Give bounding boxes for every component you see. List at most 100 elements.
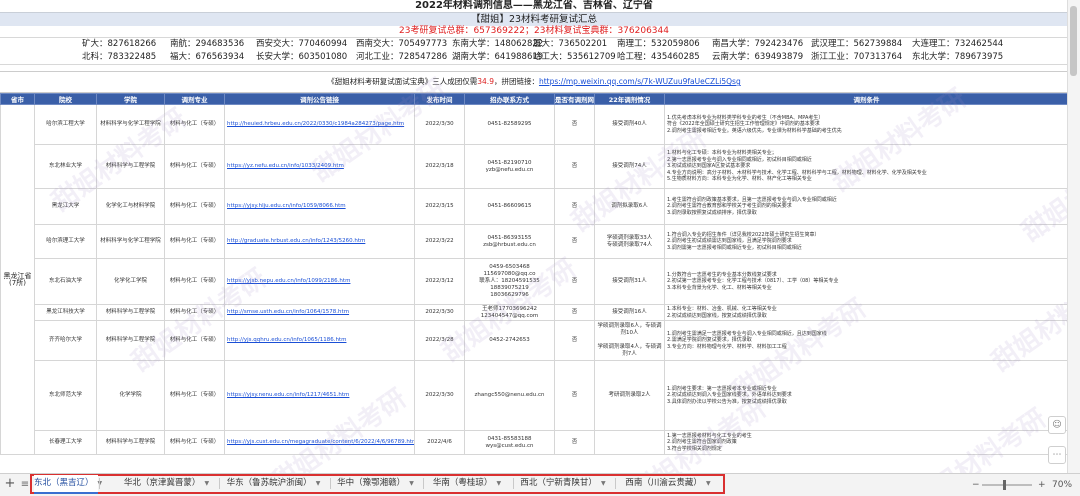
contact-cell[interactable]: 0459-6503468 115697080@qq.co 联系人：1820459…: [464, 258, 555, 305]
column-header[interactable]: 发布时间: [414, 93, 465, 105]
announcement-link[interactable]: https://yjs.cust.edu.cn/megagraduate/con…: [224, 430, 415, 455]
adjust-net-cell[interactable]: 否: [554, 104, 595, 145]
adjust-net-cell[interactable]: 否: [554, 304, 595, 321]
major-cell[interactable]: 材料与化工（专硕）: [164, 304, 225, 321]
adjust-net-cell[interactable]: 否: [554, 144, 595, 189]
adjust-net-cell[interactable]: 否: [554, 258, 595, 305]
sheet-tab[interactable]: 华南（粤桂琼） ▼: [422, 475, 512, 492]
adjust-net-cell[interactable]: 否: [554, 188, 595, 225]
scrollbar-thumb[interactable]: [1070, 6, 1077, 76]
adjust-net-cell[interactable]: 否: [554, 320, 595, 361]
school-cell[interactable]: 黑龙江科技大学: [34, 304, 97, 321]
status-cell[interactable]: 调剂拟录取6人: [594, 188, 665, 225]
column-header[interactable]: 22年调剂情况: [594, 93, 665, 105]
column-header[interactable]: 是否有调剂网: [554, 93, 595, 105]
date-cell[interactable]: 2022/3/22: [414, 224, 465, 259]
status-cell[interactable]: 考研调剂录取2人: [594, 360, 665, 431]
column-header[interactable]: 省市: [0, 93, 35, 105]
zoom-level[interactable]: 70%: [1052, 477, 1072, 493]
school-cell[interactable]: 东北石油大学: [34, 258, 97, 305]
date-cell[interactable]: 2022/3/18: [414, 144, 465, 189]
major-cell[interactable]: 材料与化工（专硕）: [164, 320, 225, 361]
date-cell[interactable]: 2022/3/28: [414, 320, 465, 361]
comment-icon[interactable]: ☺: [1048, 416, 1066, 434]
contact-cell[interactable]: 0451-82190710 yzb@nefu.edu.cn: [464, 144, 555, 189]
date-cell[interactable]: 2022/3/15: [414, 188, 465, 225]
announcement-link[interactable]: https://yjsy.hlju.edu.cn/info/1059/8066.…: [224, 188, 415, 225]
date-cell[interactable]: 2022/3/30: [414, 304, 465, 321]
status-cell[interactable]: 接受调剂74人: [594, 144, 665, 189]
major-cell[interactable]: 材料与化工（专硕）: [164, 360, 225, 431]
tab-dropdown-icon[interactable]: ▼: [496, 480, 501, 487]
contact-cell[interactable]: 0451-82589295: [464, 104, 555, 145]
conditions-cell[interactable]: 1.符合调入专业的招生条件（详见我校2022年硕士研究生招生简章） 2.调剂考生…: [664, 224, 1068, 259]
sheet-tab[interactable]: 西北（宁新青陕甘） ▼: [512, 475, 614, 492]
college-cell[interactable]: 材料科学与工程学院: [96, 304, 165, 321]
sheet-tab[interactable]: 华北（京津冀晋蒙） ▼: [115, 475, 218, 492]
status-cell[interactable]: 学硕调剂录取33人 专硕调剂录取74人: [594, 224, 665, 259]
conditions-cell[interactable]: 1.调剂考生需满足一志愿报考专业与调入专业相同或相近，且达到国家线 2.需满足学…: [664, 320, 1068, 361]
school-cell[interactable]: 长春理工大学: [34, 430, 97, 455]
announcement-link[interactable]: https://yjsb.nepu.edu.cn/info/1099/2186.…: [224, 258, 415, 305]
tab-dropdown-icon[interactable]: ▼: [316, 480, 321, 487]
college-cell[interactable]: 化学化工学院: [96, 258, 165, 305]
contact-cell[interactable]: 0451-86393155 zsb@hrbust.edu.cn: [464, 224, 555, 259]
column-header[interactable]: 调剂条件: [664, 93, 1068, 105]
sheet-tab[interactable]: 东北（黑吉辽）▼: [34, 475, 102, 494]
school-cell[interactable]: 哈尔滨理工大学: [34, 224, 97, 259]
major-cell[interactable]: 材料与化工（专硕）: [164, 430, 225, 455]
contact-cell[interactable]: zhangc550@nenu.edu.cn: [464, 360, 555, 431]
adjust-net-cell[interactable]: 否: [554, 430, 595, 455]
status-cell[interactable]: [594, 430, 665, 455]
zoom-slider-knob[interactable]: [1003, 480, 1006, 490]
contact-cell[interactable]: 0452-2742653: [464, 320, 555, 361]
college-cell[interactable]: 材料科学与化学工程学院: [96, 224, 165, 259]
tab-dropdown-icon[interactable]: ▼: [409, 480, 414, 487]
more-icon[interactable]: ⋯: [1048, 446, 1066, 464]
announcement-link[interactable]: http://smse.usth.edu.cn/info/1064/1578.h…: [224, 304, 415, 321]
adjust-net-cell[interactable]: 否: [554, 224, 595, 259]
zoom-in-button[interactable]: +: [1038, 477, 1046, 493]
conditions-cell[interactable]: 1.第一志愿报考材料与化工专业的考生 2.调剂考生需符合国家调剂政策 3.符合学…: [664, 430, 1068, 455]
status-cell[interactable]: 学硕调剂录取6人，专硕调剂10人 学硕调剂录取4人，专硕调剂7人: [594, 320, 665, 361]
column-header[interactable]: 招办联系方式: [464, 93, 555, 105]
vertical-scrollbar[interactable]: [1067, 0, 1080, 473]
conditions-cell[interactable]: 1.考生需符合调剂政策基本要求，且第一志愿报考专业与调入专业相同或相近 2.调剂…: [664, 188, 1068, 225]
status-cell[interactable]: 接受调剂40人: [594, 104, 665, 145]
tab-dropdown-icon[interactable]: ▼: [706, 480, 711, 487]
conditions-cell[interactable]: 1.调剂考生要求：第一志愿报考本专业或相近专业 2.初试成绩达到调入专业国家线要…: [664, 360, 1068, 431]
school-cell[interactable]: 东北师范大学: [34, 360, 97, 431]
major-cell[interactable]: 材料与化工（专硕）: [164, 188, 225, 225]
announcement-link[interactable]: http://heuied.hrbeu.edu.cn/2022/0330/c19…: [224, 104, 415, 145]
conditions-cell[interactable]: 1.材料与化工专硕：本科专业为材料类相关专业； 2.第一志愿报考专业与调入专业相…: [664, 144, 1068, 189]
contact-cell[interactable]: 0431-85583188 wys@cust.edu.cn: [464, 430, 555, 455]
conditions-cell[interactable]: 1.本科专业：材料、冶金、机械、化工等相关专业 2.初试成绩达到国家线，按复试成…: [664, 304, 1068, 321]
school-cell[interactable]: 哈尔滨工程大学: [34, 104, 97, 145]
date-cell[interactable]: 2022/3/30: [414, 360, 465, 431]
date-cell[interactable]: 2022/3/12: [414, 258, 465, 305]
zoom-out-button[interactable]: −: [972, 477, 980, 493]
conditions-cell[interactable]: 1.分数符合一志愿考生的专业基本分数线复试要求 2.初试第一志愿报考专业：化学工…: [664, 258, 1068, 305]
college-cell[interactable]: 材料科学与工程学院: [96, 144, 165, 189]
date-cell[interactable]: 2022/3/30: [414, 104, 465, 145]
major-cell[interactable]: 材料与化工（专硕）: [164, 144, 225, 189]
announcement-link[interactable]: http://yjs.qqhru.edu.cn/info/1065/1186.h…: [224, 320, 415, 361]
college-cell[interactable]: 化学学院: [96, 360, 165, 431]
major-cell[interactable]: 材料与化工（专硕）: [164, 258, 225, 305]
add-sheet-icon[interactable]: +: [3, 476, 17, 492]
spreadsheet-area[interactable]: 2022年材料调剂信息——黑龙江省、吉林省、辽宁省 【甜姐】23材料考研复试汇总…: [0, 0, 1068, 473]
major-cell[interactable]: 材料与化工（专硕）: [164, 104, 225, 145]
column-header[interactable]: 学院: [96, 93, 165, 105]
column-header[interactable]: 调剂专业: [164, 93, 225, 105]
sheet-tab[interactable]: 西南（川渝云贵藏） ▼: [614, 475, 722, 492]
announcement-link[interactable]: https://yz.nefu.edu.cn/info/1033/2409.ht…: [224, 144, 415, 189]
announcement-link[interactable]: https://yjsy.nenu.edu.cn/info/1217/4651.…: [224, 360, 415, 431]
school-cell[interactable]: 齐齐哈尔大学: [34, 320, 97, 361]
college-cell[interactable]: 材料科学与化学工程学院: [96, 104, 165, 145]
sheet-tab[interactable]: 华中（豫鄂湘赣） ▼: [329, 475, 422, 492]
date-cell[interactable]: 2022/4/6: [414, 430, 465, 455]
status-cell[interactable]: 接受调剂31人: [594, 258, 665, 305]
zoom-slider[interactable]: [982, 484, 1032, 486]
contact-cell[interactable]: 王老师17703696242 123404547@qq.com: [464, 304, 555, 321]
school-cell[interactable]: 黑龙江大学: [34, 188, 97, 225]
